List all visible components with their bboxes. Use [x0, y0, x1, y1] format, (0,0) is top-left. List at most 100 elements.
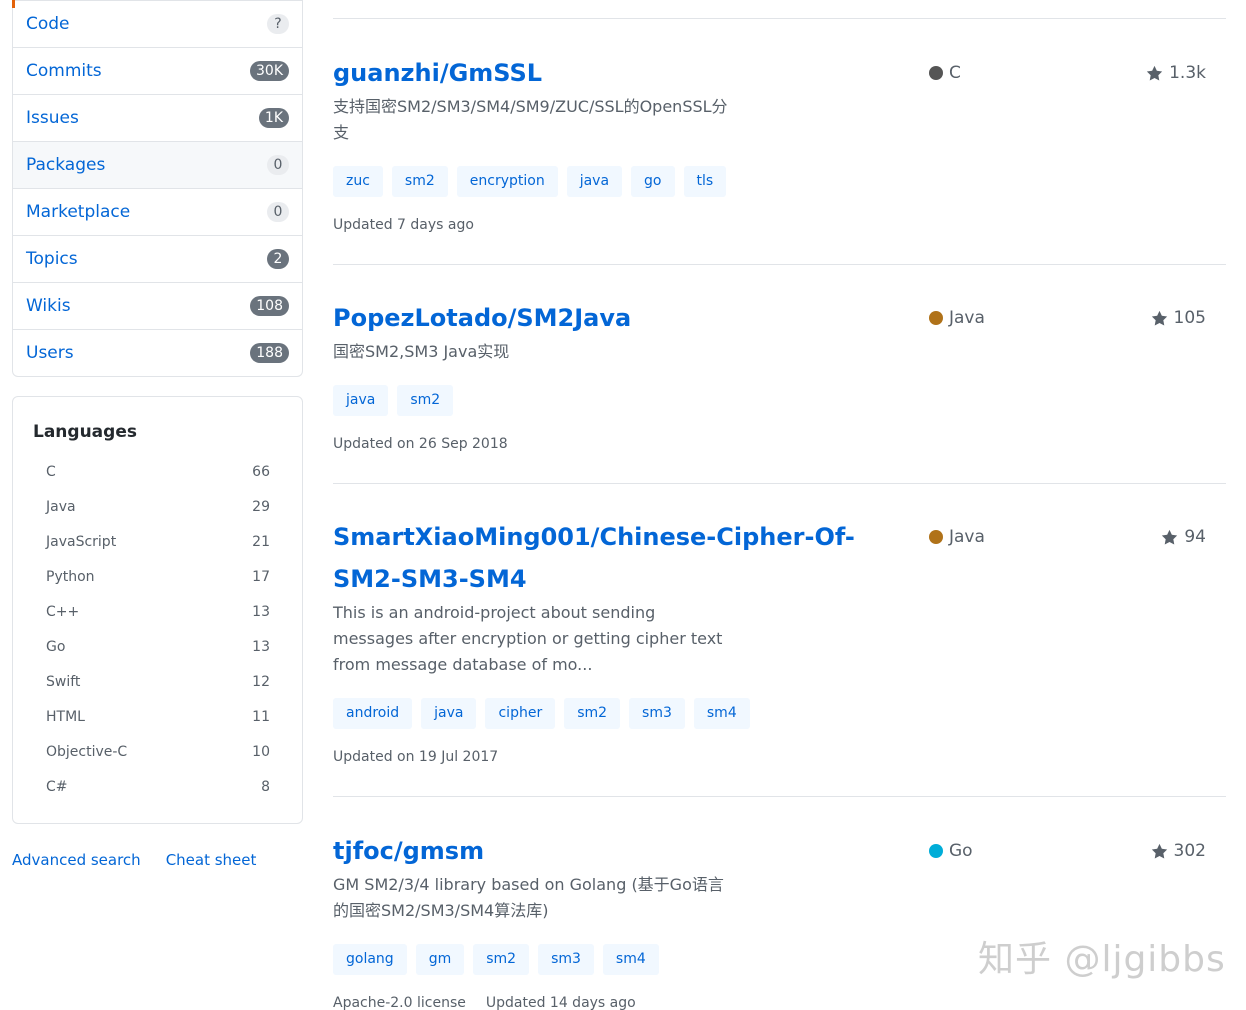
language-item-go[interactable]: Go 13 — [33, 629, 282, 664]
language-name: C++ — [46, 603, 80, 620]
updated-time: Updated on 19 Jul 2017 — [333, 749, 499, 765]
topic-tag[interactable]: cipher — [485, 698, 556, 729]
filter-label: Marketplace — [26, 202, 131, 222]
language-name: Objective-C — [46, 743, 128, 760]
filter-item-code[interactable]: Code ? — [13, 0, 302, 47]
topic-tags: android java cipher sm2 sm3 sm4 — [333, 698, 1226, 729]
topic-tag[interactable]: encryption — [456, 166, 558, 197]
repo-title-link[interactable]: PopezLotado/SM2Java — [333, 297, 903, 339]
repo-description: This is an android-project about sending… — [333, 603, 723, 674]
repo-title-link[interactable]: guanzhi/GmSSL — [333, 52, 903, 94]
filter-label: Code — [26, 14, 70, 34]
filter-label: Issues — [26, 108, 79, 128]
language-item-cpp[interactable]: C++ 13 — [33, 594, 282, 629]
topic-tag[interactable]: go — [631, 166, 675, 197]
cheat-sheet-link[interactable]: Cheat sheet — [166, 851, 257, 869]
updated-time: Updated 7 days ago — [333, 217, 474, 233]
topic-tag[interactable]: sm2 — [397, 385, 454, 416]
filter-item-wikis[interactable]: Wikis 108 — [13, 282, 302, 329]
repo-language: Java — [929, 308, 985, 328]
filter-count: 108 — [250, 296, 289, 316]
language-item-python[interactable]: Python 17 — [33, 559, 282, 594]
topic-tag[interactable]: zuc — [333, 166, 383, 197]
topic-tag[interactable]: android — [333, 698, 413, 729]
language-label: C — [949, 63, 961, 83]
repo-meta: Apache-2.0 license Updated 14 days ago — [333, 995, 1226, 1010]
topic-tag[interactable]: java — [566, 166, 623, 197]
filter-item-packages[interactable]: Packages 0 — [13, 141, 302, 188]
filter-count: 0 — [267, 155, 289, 175]
filter-count: ? — [267, 14, 289, 34]
language-label: Go — [949, 841, 973, 861]
language-label: Java — [949, 527, 985, 547]
filter-count: 188 — [250, 343, 289, 363]
topic-tag[interactable]: gm — [415, 944, 465, 975]
license-label: Apache-2.0 license — [333, 995, 466, 1010]
star-icon — [1162, 529, 1178, 545]
topic-tag[interactable]: tls — [683, 166, 727, 197]
repo-stars[interactable]: 94 — [1161, 527, 1206, 547]
repo-list-item: guanzhi/GmSSL 支持国密SM2/SM3/SM4/SM9/ZUC/SS… — [333, 52, 1226, 233]
advanced-search-link[interactable]: Advanced search — [12, 851, 141, 869]
repo-list-item: SmartXiaoMing001/Chinese-Cipher-Of-SM2-S… — [333, 516, 1226, 765]
watermark: 知乎 @ljgibbs — [978, 939, 1226, 980]
language-color-dot — [929, 66, 943, 80]
language-item-html[interactable]: HTML 11 — [33, 699, 282, 734]
topic-tag[interactable]: sm2 — [391, 166, 448, 197]
repo-stars[interactable]: 302 — [1151, 841, 1206, 861]
language-name: C — [46, 463, 56, 480]
language-count: 66 — [252, 463, 270, 480]
topic-tag[interactable]: java — [421, 698, 477, 729]
filter-count: 2 — [267, 249, 289, 269]
divider — [333, 264, 1226, 265]
language-color-dot — [929, 844, 943, 858]
language-item-csharp[interactable]: C# 8 — [33, 769, 282, 804]
divider — [333, 483, 1226, 484]
language-count: 13 — [252, 603, 270, 620]
star-count: 94 — [1184, 527, 1206, 547]
topic-tag[interactable]: sm3 — [629, 698, 685, 729]
languages-heading: Languages — [33, 422, 137, 442]
filter-label: Topics — [26, 249, 78, 269]
filter-item-marketplace[interactable]: Marketplace 0 — [13, 188, 302, 235]
language-item-c[interactable]: C 66 — [33, 454, 282, 489]
filter-count: 30K — [250, 61, 289, 81]
topic-tags: java sm2 — [333, 385, 1226, 416]
repo-list-item: tjfoc/gmsm GM SM2/3/4 library based on G… — [333, 830, 1226, 1010]
repo-description: 支持国密SM2/SM3/SM4/SM9/ZUC/SSL的OpenSSL分支 — [333, 97, 728, 142]
language-name: Java — [46, 498, 76, 515]
star-icon — [1146, 65, 1163, 81]
language-item-javascript[interactable]: JavaScript 21 — [33, 524, 282, 559]
repo-stars[interactable]: 1.3k — [1146, 63, 1206, 83]
language-item-swift[interactable]: Swift 12 — [33, 664, 282, 699]
language-item-objective-c[interactable]: Objective-C 10 — [33, 734, 282, 769]
repo-language: Go — [929, 841, 973, 861]
language-count: 10 — [252, 743, 270, 760]
star-count: 105 — [1173, 308, 1206, 328]
filter-item-commits[interactable]: Commits 30K — [13, 47, 302, 94]
filter-item-issues[interactable]: Issues 1K — [13, 94, 302, 141]
repo-language: Java — [929, 527, 985, 547]
language-item-java[interactable]: Java 29 — [33, 489, 282, 524]
filter-label: Wikis — [26, 296, 71, 316]
filter-item-topics[interactable]: Topics 2 — [13, 235, 302, 282]
repo-title-link[interactable]: SmartXiaoMing001/Chinese-Cipher-Of-SM2-S… — [333, 516, 903, 600]
language-count: 12 — [252, 673, 270, 690]
topic-tag[interactable]: sm4 — [602, 944, 659, 975]
repo-description: 国密SM2,SM3 Java实现 — [333, 342, 510, 361]
repo-list-item: PopezLotado/SM2Java 国密SM2,SM3 Java实现 jav… — [333, 297, 1226, 452]
repo-stars[interactable]: 105 — [1151, 308, 1206, 328]
language-count: 21 — [252, 533, 270, 550]
topic-tag[interactable]: sm2 — [564, 698, 621, 729]
topic-tag[interactable]: sm3 — [538, 944, 594, 975]
repo-title-link[interactable]: tjfoc/gmsm — [333, 830, 903, 872]
language-name: JavaScript — [46, 533, 117, 550]
language-name: C# — [46, 778, 68, 795]
star-count: 302 — [1173, 841, 1206, 861]
language-color-dot — [929, 311, 943, 325]
topic-tag[interactable]: sm2 — [473, 944, 530, 975]
filter-item-users[interactable]: Users 188 — [13, 329, 302, 376]
topic-tag[interactable]: java — [333, 385, 389, 416]
topic-tag[interactable]: sm4 — [693, 698, 750, 729]
topic-tag[interactable]: golang — [333, 944, 407, 975]
